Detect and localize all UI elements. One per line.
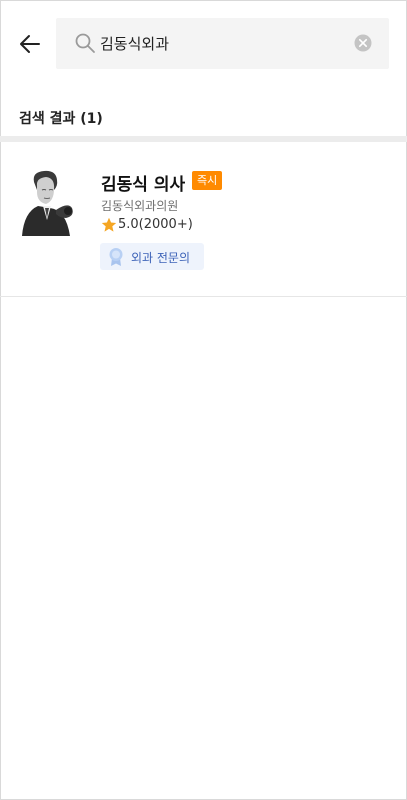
doctor-photo [20, 168, 76, 236]
card-divider [0, 296, 407, 297]
results-count-heading: 검색 결과 (1) [19, 111, 103, 127]
medal-icon [109, 248, 123, 266]
star-icon [101, 217, 117, 232]
specialty-label: 외과 전문의 [131, 251, 191, 265]
instant-badge: 즉시 [192, 171, 223, 190]
doctor-result-card[interactable]: 김동식 의사 즉시 김동식외과의원 5.0(2000+) 외과 전문의 [0, 142, 407, 296]
clear-icon[interactable] [354, 34, 372, 52]
specialty-chip[interactable]: 외과 전문의 [100, 243, 204, 270]
search-header [0, 0, 407, 88]
search-icon [75, 33, 95, 53]
search-input[interactable] [100, 30, 340, 57]
back-arrow-icon[interactable] [16, 30, 44, 58]
search-bar [56, 18, 389, 69]
doctor-name: 김동식 의사 [101, 175, 186, 195]
clinic-name: 김동식외과의원 [101, 199, 179, 213]
rating-value: 5.0(2000+) [118, 217, 193, 232]
